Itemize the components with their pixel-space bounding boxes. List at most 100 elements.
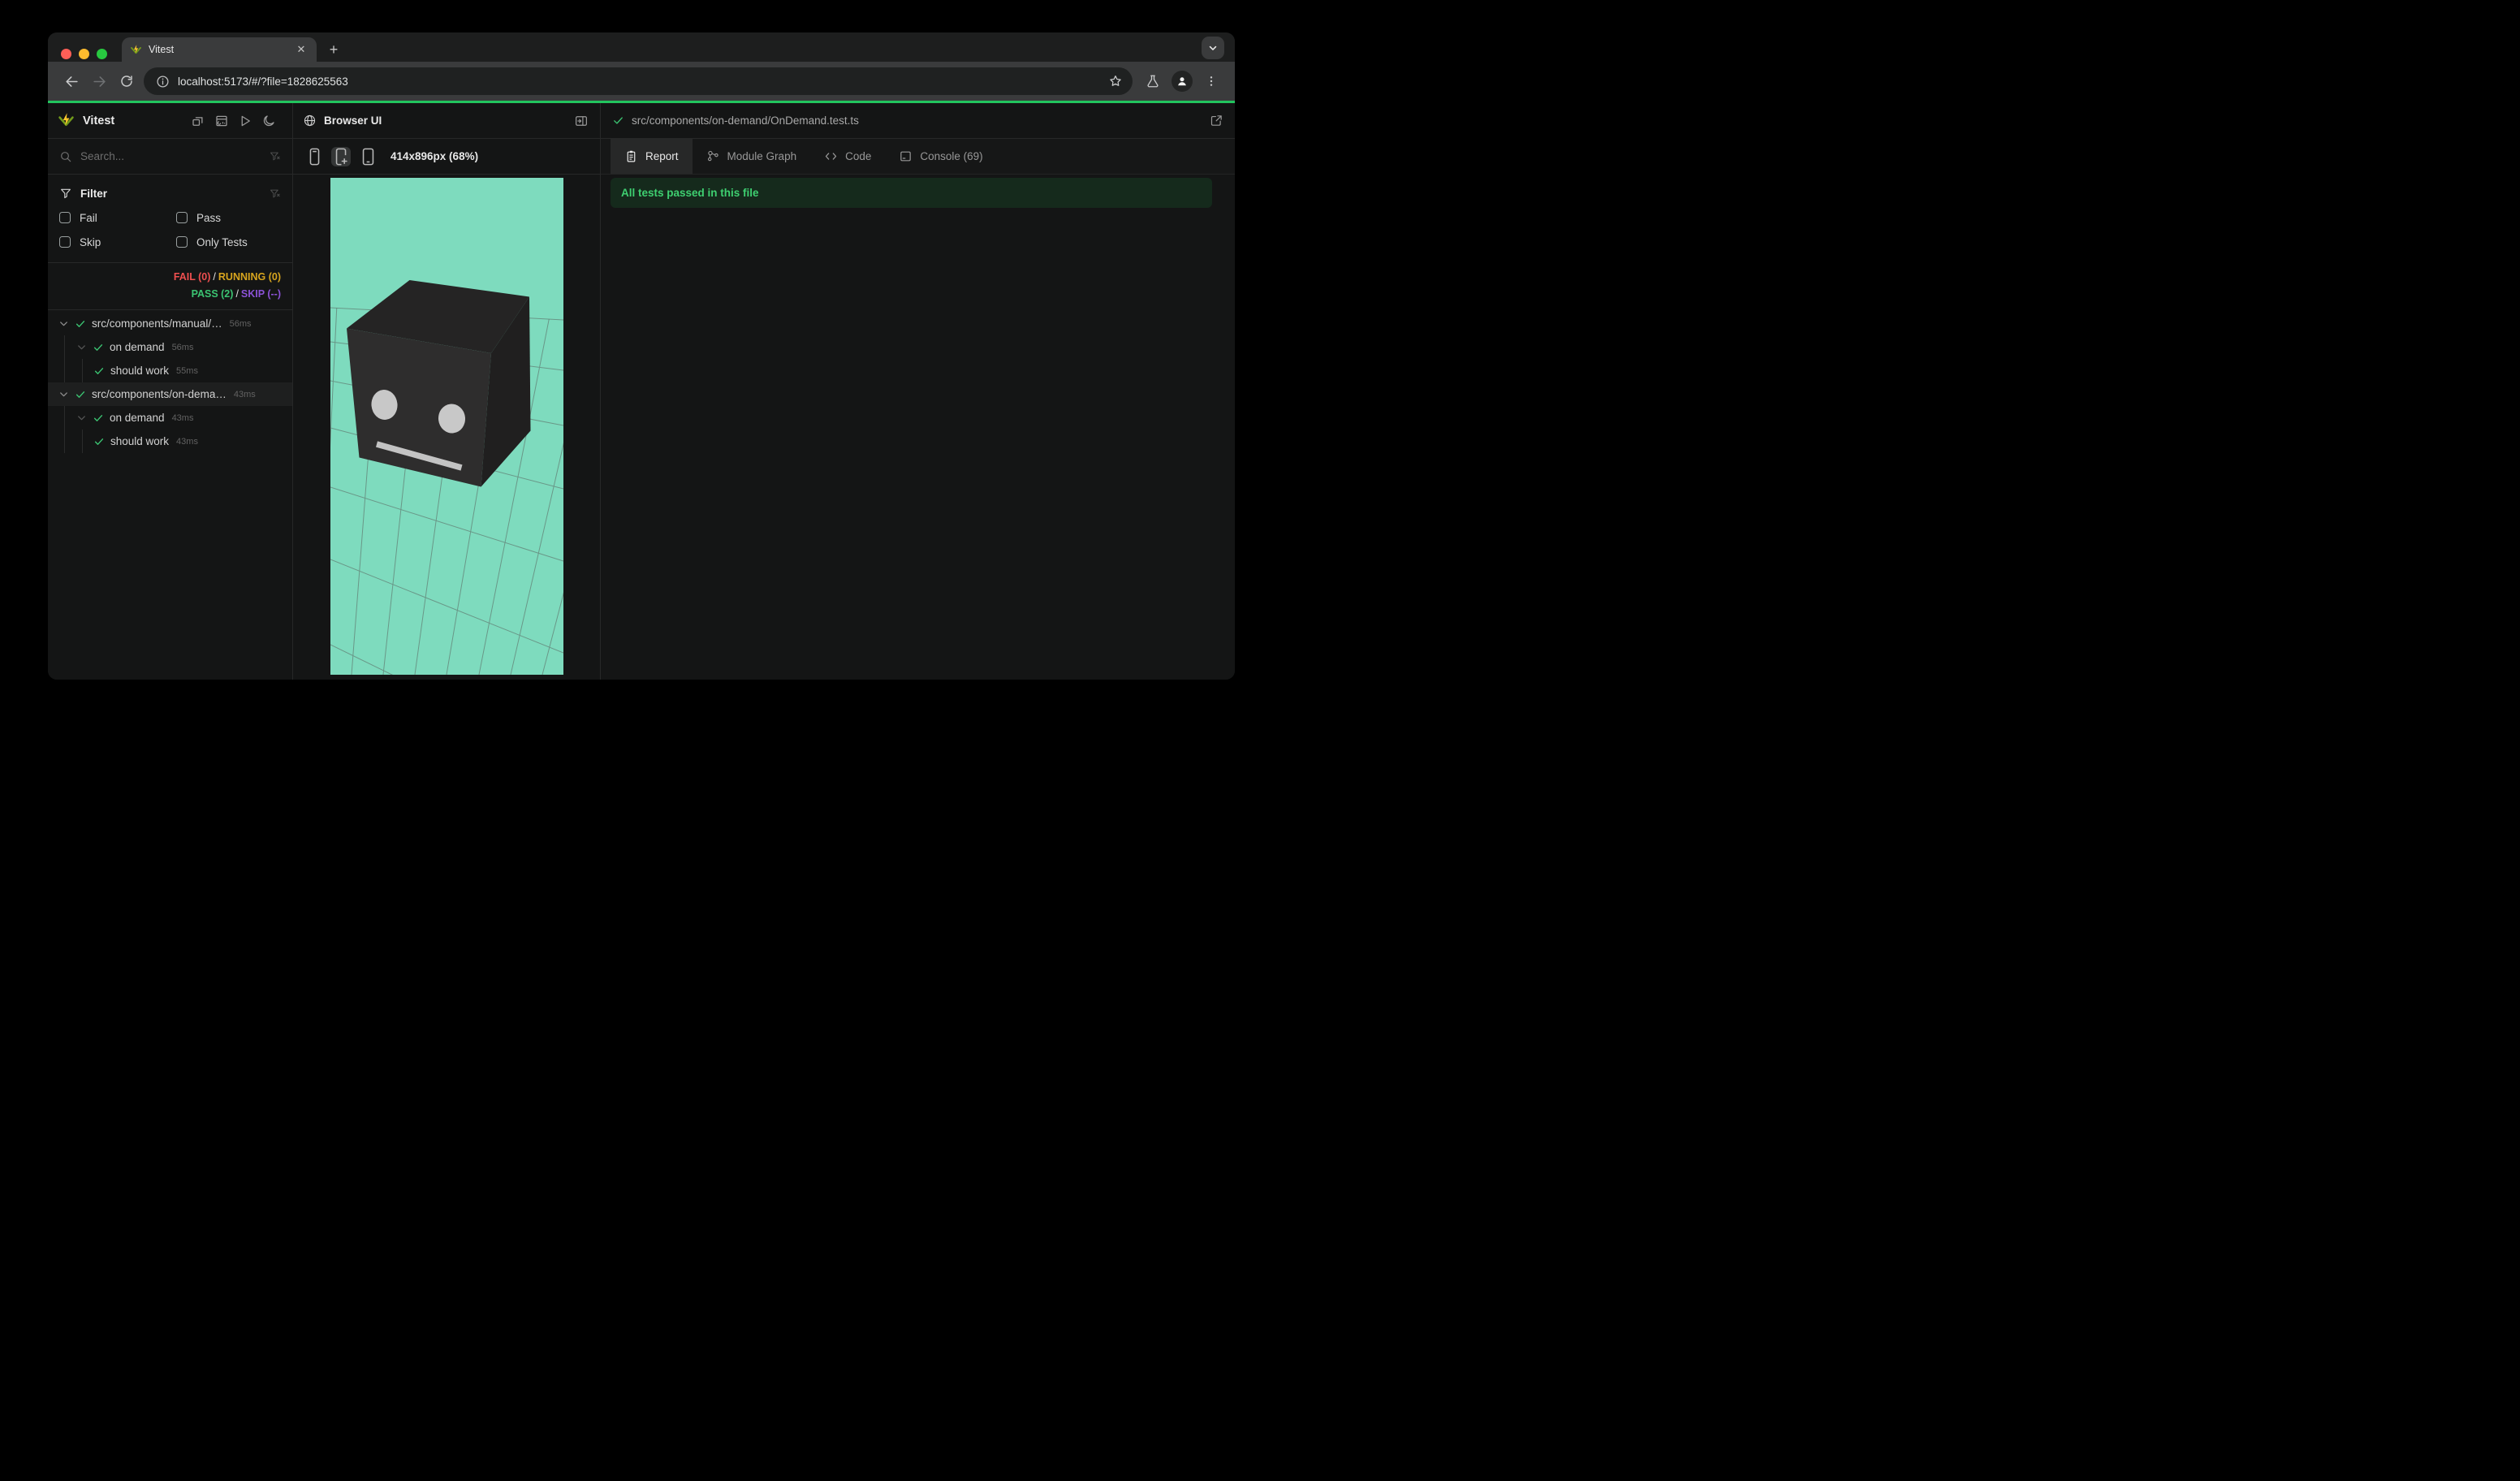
preview-header: Browser UI	[293, 103, 600, 139]
browser-window: Vitest ✕ + localhost:5173/#/?file=182862…	[48, 32, 1235, 680]
checkbox-label: Skip	[80, 235, 101, 248]
tab-search-button[interactable]	[1202, 37, 1224, 59]
back-button[interactable]	[58, 67, 85, 95]
sidebar: Vitest Search... Filter Fail Pass Skip O…	[48, 103, 293, 680]
results-panel: src/components/on-demand/OnDemand.test.t…	[601, 103, 1235, 680]
browser-preview-panel: Browser UI 414x896px (68%)	[293, 103, 601, 680]
test-duration: 43ms	[233, 389, 256, 399]
test-tree: src/components/manual/… 56ms on demand 56ms…	[48, 310, 292, 680]
sidebar-header: Vitest	[48, 103, 292, 139]
tab-strip: Vitest ✕ +	[48, 32, 1235, 62]
browser-menu-button[interactable]	[1197, 67, 1225, 95]
test-summary: FAIL (0) / RUNNING (0) PASS (2) / SKIP (--)	[48, 263, 292, 310]
checkbox-box[interactable]	[176, 236, 188, 248]
tab-code[interactable]: Code	[810, 139, 885, 174]
all-tests-passed-banner: All tests passed in this file	[611, 178, 1212, 208]
reload-button[interactable]	[113, 67, 140, 95]
clear-filter-icon[interactable]	[269, 150, 281, 162]
indent-guide	[64, 335, 65, 359]
test-duration: 56ms	[229, 318, 252, 329]
checkbox-box[interactable]	[176, 212, 188, 223]
collapse-windows-icon[interactable]	[191, 114, 205, 128]
tab-module-graph[interactable]: Module Graph	[693, 139, 811, 174]
tab-close-icon[interactable]: ✕	[294, 42, 309, 57]
dark-mode-icon[interactable]	[261, 114, 276, 128]
tab-title: Vitest	[149, 44, 175, 55]
dashboard-icon[interactable]	[214, 114, 229, 128]
test-name: src/components/on-dema…	[92, 388, 227, 400]
tab-report[interactable]: Report	[611, 139, 693, 174]
bookmark-star-icon[interactable]	[1108, 74, 1123, 89]
checkbox-box[interactable]	[59, 236, 71, 248]
test-tree-row[interactable]: should work 55ms	[48, 359, 292, 382]
tab-label: Console (69)	[920, 150, 983, 162]
dock-panel-right-icon[interactable]	[574, 114, 589, 128]
running-count: RUNNING (0)	[218, 271, 281, 283]
console-icon	[899, 149, 913, 163]
person-icon	[1178, 77, 1186, 86]
search-input[interactable]: Search...	[80, 150, 261, 162]
test-tree-row[interactable]: src/components/on-dema… 43ms	[48, 382, 292, 406]
chevron-down-icon	[60, 392, 67, 397]
clear-filter-icon[interactable]	[269, 188, 281, 200]
test-tree-row[interactable]: on demand 56ms	[48, 335, 292, 359]
pass-check-icon	[614, 117, 623, 124]
indent-guide	[64, 430, 65, 453]
filter-checkbox-skip[interactable]: Skip	[59, 230, 176, 254]
reload-icon	[121, 76, 132, 87]
result-file-path: src/components/on-demand/OnDemand.test.t…	[632, 114, 859, 127]
pass-count: PASS (2)	[191, 288, 234, 300]
profile-avatar[interactable]	[1172, 71, 1193, 92]
checkbox-label: Pass	[196, 211, 222, 224]
pass-check-icon	[93, 343, 103, 351]
url-bar[interactable]: localhost:5173/#/?file=1828625563	[144, 67, 1133, 95]
summary-line-1: FAIL (0) / RUNNING (0)	[173, 271, 281, 283]
browser-tab[interactable]: Vitest ✕	[122, 37, 317, 62]
device-phone-small-button[interactable]	[304, 147, 324, 166]
test-tree-row[interactable]: src/components/manual/… 56ms	[48, 312, 292, 335]
search-bar[interactable]: Search...	[48, 139, 292, 175]
indent-guide	[82, 359, 83, 382]
filter-checkbox-pass[interactable]: Pass	[176, 205, 292, 230]
forward-arrow-icon	[93, 76, 106, 87]
new-tab-button[interactable]: +	[324, 40, 343, 59]
test-browser-viewport[interactable]	[330, 178, 563, 675]
test-tree-row[interactable]: on demand 43ms	[48, 406, 292, 430]
forward-button[interactable]	[85, 67, 113, 95]
pass-check-icon	[93, 414, 103, 421]
device-tablet-button[interactable]	[358, 147, 378, 166]
open-external-icon[interactable]	[1210, 114, 1223, 127]
tab-console-69[interactable]: Console (69)	[885, 139, 996, 174]
pass-check-icon	[76, 391, 85, 398]
run-all-icon[interactable]	[238, 114, 252, 128]
site-info-icon[interactable]	[153, 72, 171, 90]
fail-count: FAIL (0)	[173, 271, 211, 283]
result-file-header: src/components/on-demand/OnDemand.test.t…	[601, 103, 1235, 139]
indent-guide	[64, 359, 65, 382]
robot-cube	[346, 280, 530, 487]
skip-count: SKIP (--)	[240, 288, 281, 300]
device-phone-plus-button[interactable]	[331, 146, 351, 166]
test-tree-row[interactable]: should work 43ms	[48, 430, 292, 453]
filter-checkbox-fail[interactable]: Fail	[59, 205, 176, 230]
minimize-window-button[interactable]	[79, 49, 89, 59]
tab-label: Report	[645, 150, 679, 162]
filter-checkbox-only-tests[interactable]: Only Tests	[176, 230, 292, 254]
test-duration: 43ms	[176, 436, 198, 447]
close-window-button[interactable]	[61, 49, 71, 59]
vitest-logo	[58, 113, 74, 127]
zoom-window-button[interactable]	[97, 49, 107, 59]
chevron-down-icon	[60, 322, 67, 326]
experiments-button[interactable]	[1139, 67, 1167, 95]
preview-title: Browser UI	[324, 114, 382, 127]
pass-check-icon	[76, 320, 85, 327]
traffic-lights	[61, 49, 107, 59]
test-name: should work	[110, 365, 170, 377]
code-icon	[824, 149, 838, 163]
back-arrow-icon	[65, 76, 78, 87]
result-tabs: Report Module Graph Code Console (69)	[601, 139, 1235, 175]
checkbox-box[interactable]	[59, 212, 71, 223]
chevron-down-icon	[1209, 45, 1217, 50]
pass-check-icon	[94, 438, 104, 445]
chevron-down-icon	[78, 416, 85, 421]
